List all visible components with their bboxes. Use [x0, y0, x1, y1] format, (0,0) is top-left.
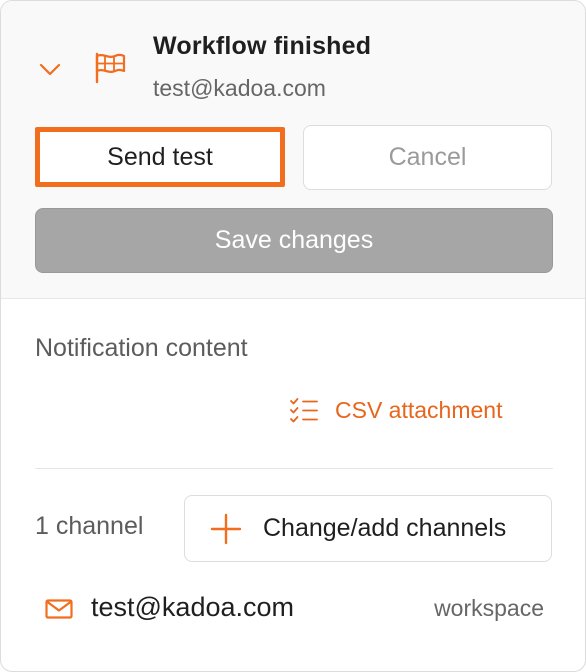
section-divider — [35, 468, 553, 469]
channel-count: 1 channel — [35, 512, 144, 540]
notification-content-label: Notification content — [35, 334, 248, 362]
chevron-down-icon[interactable] — [38, 59, 62, 79]
change-add-channels-button[interactable]: Change/add channels — [184, 495, 552, 562]
flag-icon — [95, 52, 126, 84]
send-test-button[interactable]: Send test — [35, 127, 285, 187]
workflow-header-section: Workflow finished test@kadoa.com Send te… — [1, 1, 585, 299]
workflow-title: Workflow finished — [153, 32, 372, 60]
workflow-subtitle: test@kadoa.com — [153, 75, 326, 101]
csv-attachment-link[interactable]: CSV attachment — [289, 394, 502, 426]
change-add-channels-label: Change/add channels — [263, 514, 507, 542]
channel-email: test@kadoa.com — [91, 592, 295, 622]
channel-scope-tag: workspace — [434, 595, 544, 621]
cancel-button[interactable]: Cancel — [303, 125, 552, 190]
checklist-icon — [290, 398, 318, 423]
save-changes-button[interactable]: Save changes — [35, 208, 553, 273]
mail-icon — [45, 599, 73, 619]
csv-attachment-label: CSV attachment — [335, 396, 503, 423]
notification-card: Workflow finished test@kadoa.com Send te… — [0, 0, 586, 672]
plus-icon — [210, 513, 242, 544]
